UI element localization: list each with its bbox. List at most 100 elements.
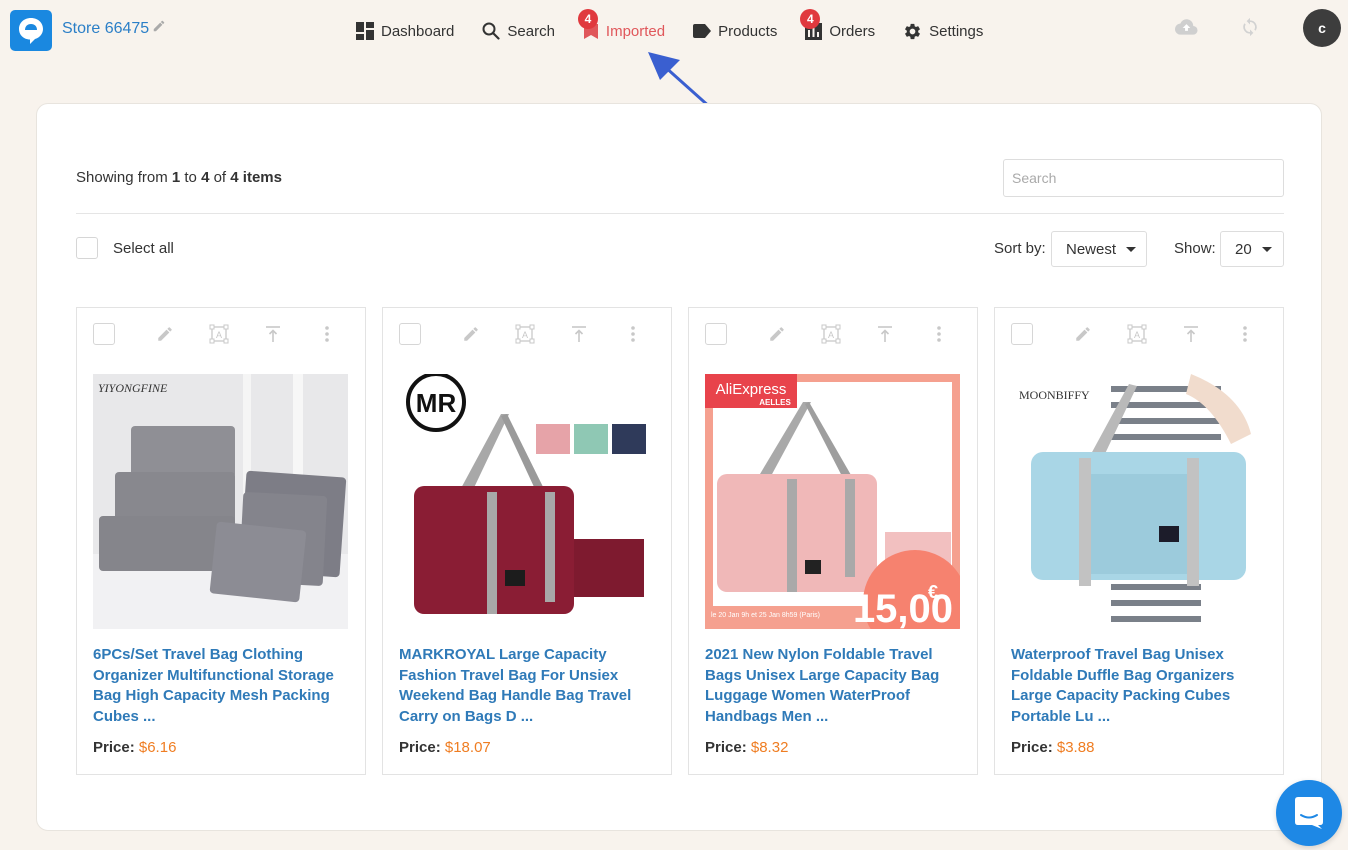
product-select-checkbox[interactable] xyxy=(399,323,421,345)
nav-search-label: Search xyxy=(507,22,555,40)
upload-top-icon xyxy=(1184,326,1198,342)
select-all-label[interactable]: Select all xyxy=(113,240,174,257)
price-label: Price: xyxy=(399,739,441,756)
push-to-store-button[interactable] xyxy=(263,324,283,344)
product-card: A AliExpress AELLES 15,00 € le 20 Jan 9h… xyxy=(688,307,978,775)
sort-by-dropdown[interactable]: Newest xyxy=(1051,231,1147,267)
card-toolbar: A xyxy=(399,322,655,346)
product-price: Price: $8.32 xyxy=(705,739,788,756)
search-icon xyxy=(482,22,500,40)
chat-icon xyxy=(1295,797,1323,829)
product-image[interactable]: AliExpress AELLES 15,00 € le 20 Jan 9h e… xyxy=(705,374,960,629)
product-title-link[interactable]: MARKROYAL Large Capacity Fashion Travel … xyxy=(399,645,649,727)
pencil-icon xyxy=(1076,327,1090,341)
text-frame-icon: A xyxy=(1127,324,1147,344)
price-value: $3.88 xyxy=(1056,739,1095,756)
summary-total: 4 xyxy=(230,169,239,186)
nav-orders[interactable]: 4 Orders xyxy=(800,9,875,44)
price-value: $6.16 xyxy=(138,739,177,756)
edit-text-button[interactable]: A xyxy=(515,324,535,344)
image-brand: AliExpress xyxy=(716,381,787,398)
product-search-input[interactable] xyxy=(1003,159,1284,197)
product-price: Price: $18.07 xyxy=(399,739,491,756)
show-count-dropdown[interactable]: 20 xyxy=(1220,231,1284,267)
product-price: Price: $6.16 xyxy=(93,739,176,756)
pencil-icon xyxy=(770,327,784,341)
summary-prefix: Showing from xyxy=(76,169,172,186)
cloud-upload-icon[interactable] xyxy=(1175,17,1198,37)
more-vertical-icon xyxy=(631,326,635,342)
results-summary: Showing from 1 to 4 of 4 items xyxy=(76,169,282,186)
edit-text-button[interactable]: A xyxy=(821,324,841,344)
nav-imported[interactable]: 4 Imported xyxy=(577,9,666,44)
summary-from: 1 xyxy=(171,169,181,186)
price-label: Price: xyxy=(1011,739,1053,756)
push-to-store-button[interactable] xyxy=(1181,324,1201,344)
nav-dashboard[interactable]: Dashboard xyxy=(356,18,454,44)
more-options-button[interactable] xyxy=(317,324,337,344)
push-to-store-button[interactable] xyxy=(875,324,895,344)
show-count-value: 20 xyxy=(1235,240,1252,258)
summary-of-word: of xyxy=(209,169,231,186)
more-options-button[interactable] xyxy=(1235,324,1255,344)
edit-product-button[interactable] xyxy=(767,324,787,344)
nav-imported-label: Imported xyxy=(605,22,666,40)
sort-by-value: Newest xyxy=(1066,240,1117,258)
product-image[interactable]: YIYONGFINE xyxy=(93,374,348,629)
dashboard-icon xyxy=(356,22,374,40)
product-title-link[interactable]: Waterproof Travel Bag Unisex Foldable Du… xyxy=(1011,645,1261,727)
svg-text:A: A xyxy=(216,330,222,340)
nav-dashboard-label: Dashboard xyxy=(381,22,455,40)
tag-icon xyxy=(693,24,712,38)
product-price: Price: $3.88 xyxy=(1011,739,1094,756)
top-bar: Store 66475 Dashboard Search 4 Imported xyxy=(0,0,1348,62)
product-select-checkbox[interactable] xyxy=(1011,323,1033,345)
product-grid: A YIYONGFINE 6PCs/Set Travel Bag Clothin… xyxy=(76,307,1300,775)
product-image[interactable]: MR xyxy=(399,374,654,629)
product-card: A xyxy=(76,307,366,775)
product-title-link[interactable]: 2021 New Nylon Foldable Travel Bags Unis… xyxy=(705,645,955,727)
image-brand: MOONBIFFY xyxy=(1019,388,1090,402)
edit-text-button[interactable]: A xyxy=(1127,324,1147,344)
edit-product-button[interactable] xyxy=(155,324,175,344)
edit-product-button[interactable] xyxy=(1073,324,1093,344)
logo-icon xyxy=(19,17,43,44)
card-toolbar: A xyxy=(1011,322,1267,346)
summary-to-word: to xyxy=(180,169,202,186)
edit-product-button[interactable] xyxy=(461,324,481,344)
price-value: $18.07 xyxy=(444,739,491,756)
product-image[interactable]: MOONBIFFY xyxy=(1011,374,1266,629)
nav-products[interactable]: Products xyxy=(693,18,777,44)
product-title-link[interactable]: 6PCs/Set Travel Bag Clothing Organizer M… xyxy=(93,645,343,727)
image-promo-price: 15,00 xyxy=(853,587,953,629)
more-vertical-icon xyxy=(937,326,941,342)
main-nav: Dashboard Search 4 Imported Products 4 O… xyxy=(356,9,1011,44)
show-count-label: Show: xyxy=(1174,240,1216,257)
select-all-checkbox[interactable] xyxy=(76,237,98,259)
text-frame-icon: A xyxy=(515,324,535,344)
upload-top-icon xyxy=(266,326,280,342)
sync-icon[interactable] xyxy=(1240,17,1260,37)
edit-store-name-icon[interactable] xyxy=(152,19,166,33)
more-options-button[interactable] xyxy=(929,324,949,344)
more-options-button[interactable] xyxy=(623,324,643,344)
image-promo-currency: € xyxy=(928,582,938,602)
imported-products-panel: Showing from 1 to 4 of 4 items Select al… xyxy=(36,103,1322,831)
text-frame-icon: A xyxy=(209,324,229,344)
card-toolbar: A xyxy=(93,322,349,346)
product-select-checkbox[interactable] xyxy=(705,323,727,345)
user-avatar[interactable]: c xyxy=(1303,9,1341,47)
store-name[interactable]: Store 66475 xyxy=(62,20,149,38)
app-logo[interactable] xyxy=(10,10,52,51)
edit-text-button[interactable]: A xyxy=(209,324,229,344)
summary-suffix: items xyxy=(238,169,282,186)
push-to-store-button[interactable] xyxy=(569,324,589,344)
image-caption: le 20 Jan 9h et 25 Jan 8h59 (Paris) xyxy=(711,612,820,619)
live-chat-button[interactable] xyxy=(1276,780,1342,846)
nav-products-label: Products xyxy=(718,22,778,40)
nav-settings[interactable]: Settings xyxy=(903,18,983,44)
product-select-checkbox[interactable] xyxy=(93,323,115,345)
more-vertical-icon xyxy=(325,326,329,342)
pencil-icon xyxy=(158,327,172,341)
nav-search[interactable]: Search xyxy=(482,18,555,44)
